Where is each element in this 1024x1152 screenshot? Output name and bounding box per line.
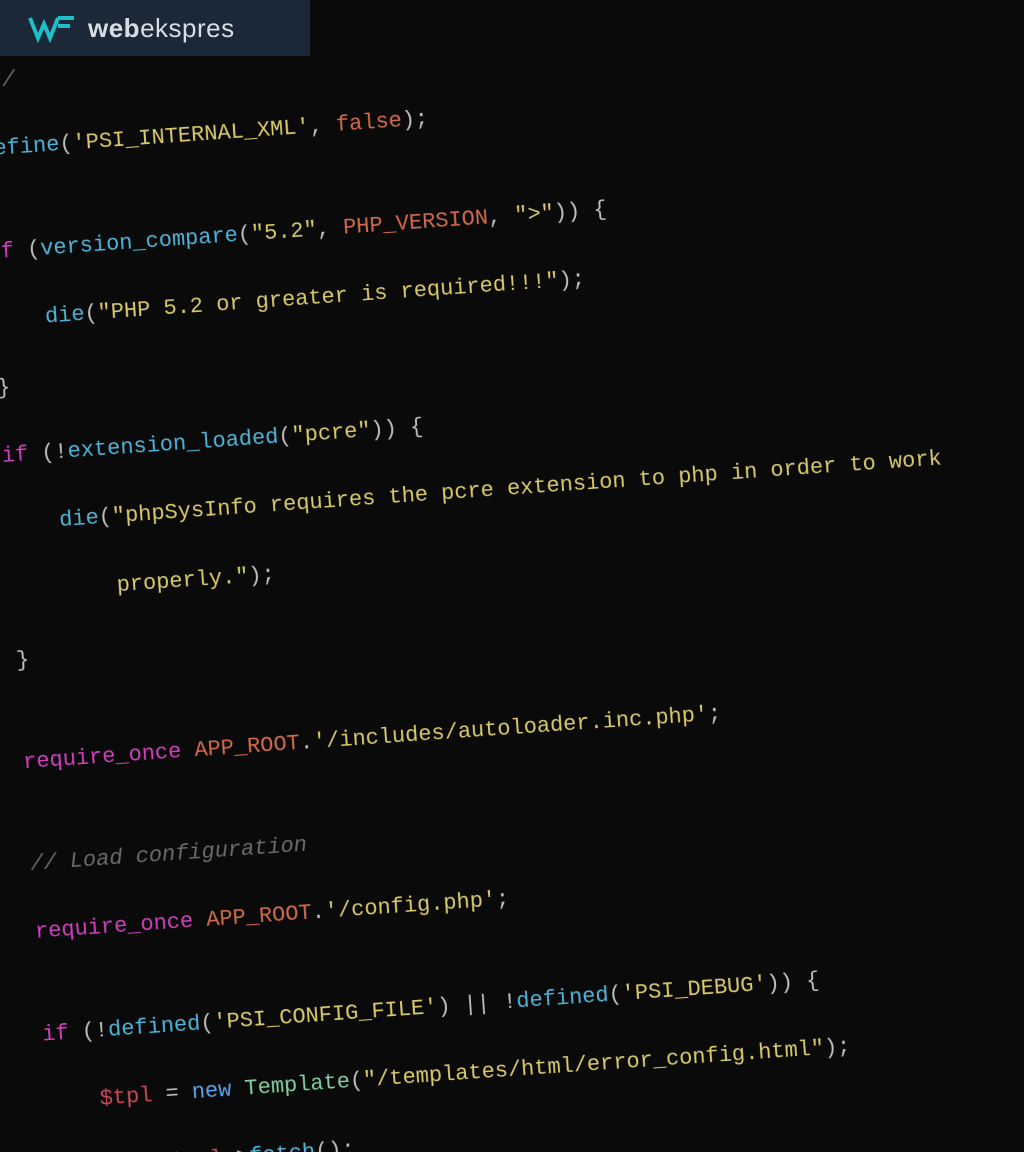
code-line: require_once APP_ROOT.'/includes/autoloa… <box>22 663 1024 781</box>
brand-wordmark: webekspres <box>88 13 235 44</box>
brand-header: webekspres <box>0 0 310 56</box>
brand-logo-icon <box>28 12 76 44</box>
code-editor-view: */ define('PSI_INTERNAL_XML', false); if… <box>0 0 1024 730</box>
